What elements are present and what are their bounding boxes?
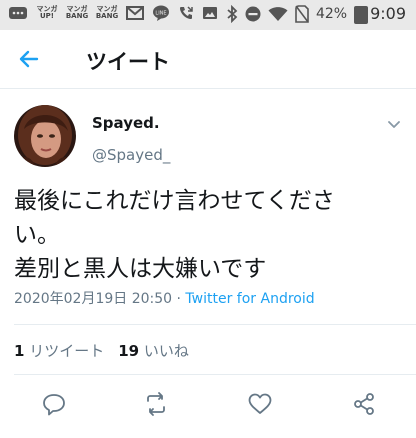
tweet-stats: 1 リツイート 19 いいね bbox=[14, 340, 189, 361]
tweet-text-line: い。 bbox=[14, 222, 60, 248]
divider bbox=[14, 374, 416, 375]
display-name[interactable]: Spayed. bbox=[92, 114, 160, 132]
reply-icon[interactable] bbox=[40, 390, 68, 418]
retweet-count[interactable]: 1 リツイート bbox=[14, 340, 104, 361]
like-icon[interactable] bbox=[246, 390, 274, 418]
avatar[interactable] bbox=[14, 105, 76, 167]
wifi-icon bbox=[268, 6, 288, 22]
back-arrow-icon[interactable] bbox=[16, 46, 42, 72]
tweet-source-link[interactable]: Twitter for Android bbox=[185, 291, 314, 307]
gmail-icon bbox=[126, 5, 144, 21]
tweet-text: 最後にこれだけ言わせてくださ い。 差別と黒人は大嫌いです bbox=[14, 184, 404, 286]
manga-bang-icon: マンガ BANG bbox=[95, 5, 119, 20]
like-count[interactable]: 19 いいね bbox=[118, 340, 189, 361]
tweet-text-line: 最後にこれだけ言わせてくださ bbox=[14, 188, 335, 214]
page-title: ツイート bbox=[86, 50, 170, 74]
manga-app-icon: マンガ UP! bbox=[36, 5, 58, 20]
missed-call-icon bbox=[178, 5, 194, 21]
tweet-meta: 2020年02月19日 20:50 · Twitter for Android bbox=[14, 288, 315, 308]
no-sim-icon bbox=[295, 4, 309, 23]
divider bbox=[14, 324, 416, 325]
username[interactable]: @Spayed_ bbox=[92, 146, 170, 164]
battery-icon bbox=[354, 5, 369, 24]
retweet-icon[interactable] bbox=[142, 390, 170, 418]
tweet-text-line: 差別と黒人は大嫌いです bbox=[14, 256, 267, 282]
share-icon[interactable] bbox=[350, 390, 378, 418]
tweet-actions bbox=[0, 386, 416, 422]
battery-percentage: 42% bbox=[315, 5, 348, 22]
line-icon: LINE bbox=[152, 5, 170, 21]
do-not-disturb-icon bbox=[245, 6, 261, 22]
bluetooth-icon bbox=[226, 4, 238, 23]
meta-separator: · bbox=[172, 291, 186, 307]
tweet-timestamp: 2020年02月19日 20:50 bbox=[14, 291, 173, 307]
status-bar-notifications: マンガ UP! マンガ BANG マンガ BANG LINE bbox=[8, 5, 218, 21]
notification-icon bbox=[8, 6, 28, 20]
status-clock: 9:09 bbox=[354, 4, 406, 24]
chevron-down-icon[interactable] bbox=[386, 116, 402, 132]
status-bar-system: 42% 9:09 bbox=[226, 4, 406, 24]
app-header: ツイート bbox=[0, 30, 416, 89]
status-bar: マンガ UP! マンガ BANG マンガ BANG LINE 42% 9:09 bbox=[0, 0, 416, 30]
image-icon bbox=[202, 5, 218, 21]
manga-bang-icon: マンガ BANG bbox=[65, 5, 89, 20]
svg-text:LINE: LINE bbox=[155, 11, 166, 17]
